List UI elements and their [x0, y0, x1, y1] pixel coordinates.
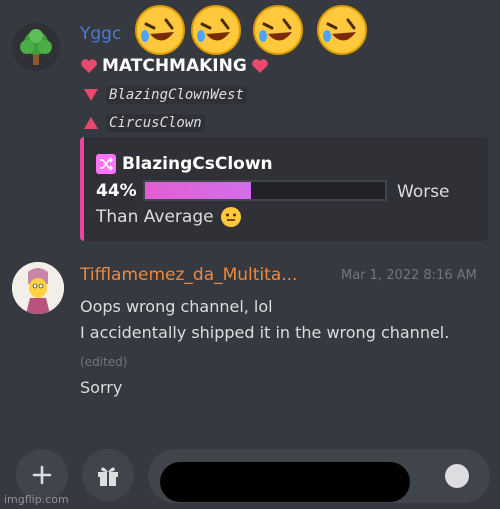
heart-icon: [252, 59, 268, 73]
rofl-emoji-icon: [188, 2, 244, 58]
matchmaking-title: MATCHMAKING: [80, 56, 269, 76]
match-progress-bar: [143, 180, 387, 201]
redaction-scribble: [160, 462, 410, 502]
neutral-face-icon: [220, 207, 241, 227]
message-timestamp: Mar 1, 2022 8:16 AM: [341, 268, 477, 283]
rofl-emoji-icon: [250, 2, 306, 58]
than-average-label: Than Average: [96, 207, 214, 227]
gift-button[interactable]: [82, 449, 134, 501]
player-name: BlazingClownWest: [106, 86, 247, 104]
down-triangle-icon: [84, 89, 98, 101]
player-name: CircusClown: [106, 114, 205, 132]
match-percent: 44%: [96, 181, 137, 201]
message-text: Sorry: [80, 378, 123, 397]
message-text: I accidentally shipped it in the wrong c…: [80, 323, 450, 342]
message-author[interactable]: Yggc: [80, 24, 121, 44]
watermark: imgflip.com: [4, 493, 69, 506]
emoji-icon[interactable]: [445, 464, 469, 488]
gift-icon: [98, 467, 118, 486]
edited-label: (edited): [80, 355, 128, 369]
matchmaking-label: MATCHMAKING: [102, 56, 247, 76]
match-progress-fill: [145, 182, 251, 199]
worse-label: Worse: [397, 182, 450, 202]
embed-title-text: BlazingCsClown: [122, 154, 273, 174]
rofl-emoji-icon: [314, 2, 370, 58]
embed-title: BlazingCsClown: [96, 154, 273, 174]
heart-icon: [81, 59, 97, 73]
message-author[interactable]: Tifflamemez_da_Multita...: [80, 265, 297, 285]
plus-icon: [32, 465, 52, 485]
shuffle-icon: [96, 154, 116, 174]
than-average-line: Than Average: [96, 206, 242, 228]
avatar[interactable]: [12, 262, 64, 314]
player-row: CircusClown: [84, 114, 205, 132]
up-triangle-icon: [84, 117, 98, 129]
message-text: Oops wrong channel, lol: [80, 297, 273, 316]
rofl-emoji-icon: [132, 2, 188, 58]
player-row: BlazingClownWest: [84, 86, 247, 104]
avatar[interactable]: [12, 23, 60, 71]
